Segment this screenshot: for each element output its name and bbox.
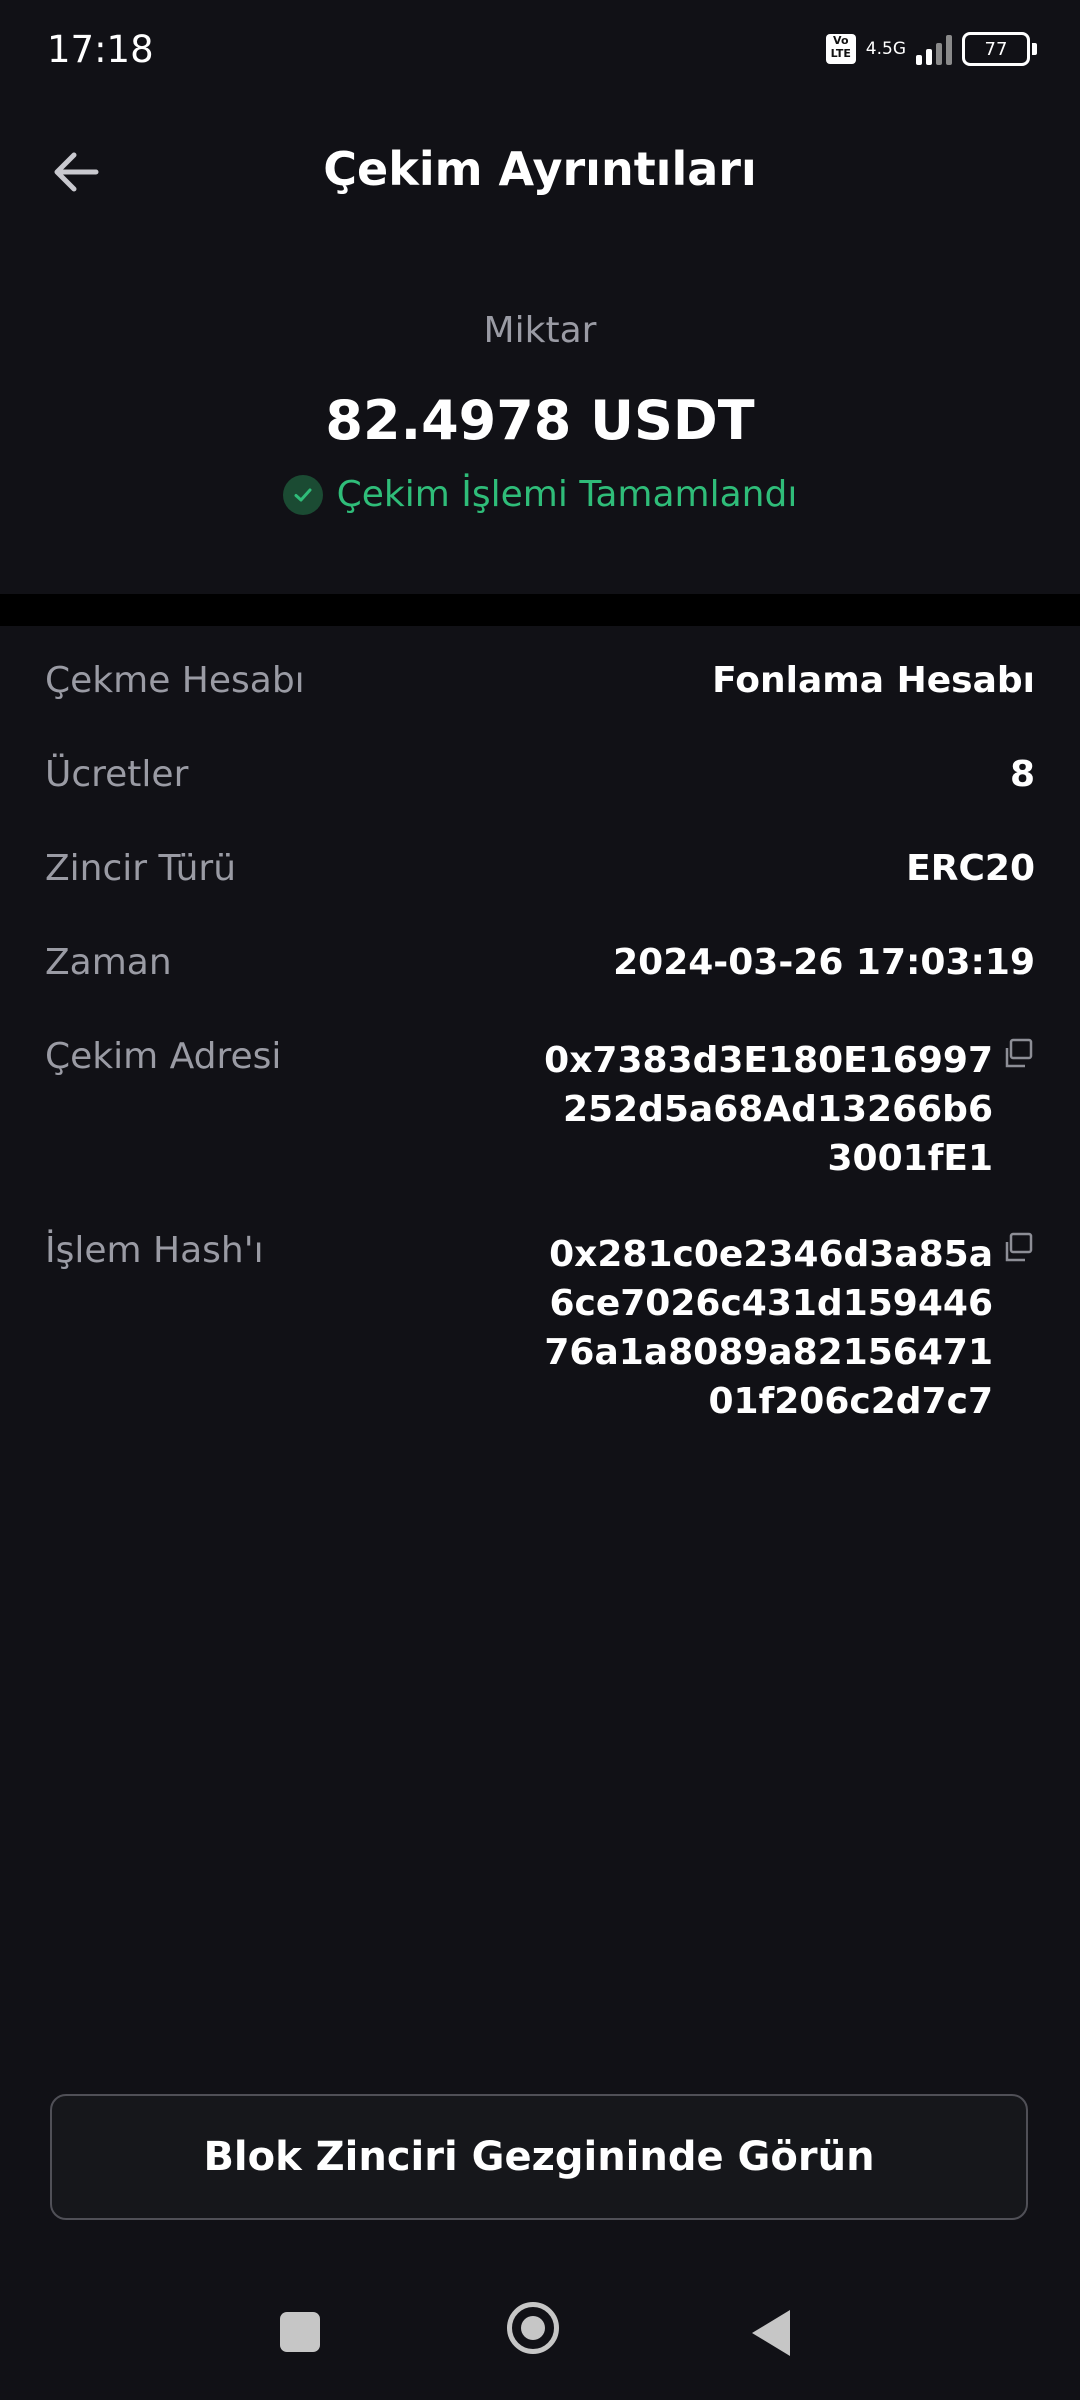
address-label: Çekim Adresi (45, 1036, 282, 1077)
detail-row-chain: Zincir Türü ERC20 (45, 848, 1035, 942)
top-bar: Çekim Ayrıntıları (0, 120, 1080, 220)
status-time: 17:18 (47, 28, 154, 71)
address-line: 0x7383d3E180E16997 (544, 1040, 993, 1081)
address-line: 3001fE1 (827, 1138, 994, 1179)
hash-value: 0x281c0e2346d3a85a 6ce7026c431d159446 76… (544, 1230, 1035, 1426)
time-label: Zaman (45, 942, 172, 983)
address-line: 252d5a68Ad13266b6 (562, 1089, 993, 1130)
recent-apps-button[interactable] (280, 2312, 320, 2352)
address-text: 0x7383d3E180E16997 252d5a68Ad13266b6 300… (544, 1036, 993, 1183)
hash-line: 01f206c2d7c7 (708, 1381, 993, 1422)
chain-label: Zincir Türü (45, 848, 237, 889)
fees-value: 8 (1009, 754, 1035, 795)
status-badge: Çekim İşlemi Tamamlandı (0, 474, 1080, 515)
amount-summary: Miktar 82.4978 USDT Çekim İşlemi Tamamla… (0, 310, 1080, 515)
hash-line: 0x281c0e2346d3a85a (549, 1234, 993, 1275)
fees-label: Ücretler (45, 754, 189, 795)
section-divider (0, 594, 1080, 626)
chain-value: ERC20 (906, 848, 1035, 889)
copy-address-icon[interactable] (1001, 1038, 1035, 1072)
account-label: Çekme Hesabı (45, 660, 305, 701)
network-type: 4.5G (865, 38, 906, 59)
detail-row-account: Çekme Hesabı Fonlama Hesabı (45, 660, 1035, 754)
address-value: 0x7383d3E180E16997 252d5a68Ad13266b6 300… (544, 1036, 1035, 1230)
account-value: Fonlama Hesabı (712, 660, 1035, 701)
system-back-button[interactable] (752, 2310, 790, 2356)
time-value: 2024-03-26 17:03:19 (613, 942, 1035, 983)
detail-row-address: Çekim Adresi 0x7383d3E180E16997 252d5a68… (45, 1036, 1035, 1230)
system-nav-bar (0, 2290, 1080, 2370)
amount-value: 82.4978 USDT (325, 389, 755, 452)
details-list: Çekme Hesabı Fonlama Hesabı Ücretler 8 Z… (45, 660, 1035, 1426)
hash-label: İşlem Hash'ı (45, 1230, 264, 1271)
check-circle-icon (282, 474, 323, 515)
detail-row-fees: Ücretler 8 (45, 754, 1035, 848)
status-bar: 17:18 Vo LTE 4.5G 77 (0, 0, 1080, 100)
hash-text: 0x281c0e2346d3a85a 6ce7026c431d159446 76… (544, 1230, 993, 1426)
status-text: Çekim İşlemi Tamamlandı (336, 474, 798, 515)
amount-label: Miktar (483, 310, 597, 351)
status-icons: Vo LTE 4.5G 77 (825, 32, 1037, 66)
copy-hash-icon[interactable] (1001, 1232, 1035, 1266)
view-on-explorer-button[interactable]: Blok Zinciri Gezgininde Görün (50, 2094, 1028, 2220)
detail-row-hash: İşlem Hash'ı 0x281c0e2346d3a85a 6ce7026c… (45, 1230, 1035, 1426)
detail-row-time: Zaman 2024-03-26 17:03:19 (45, 942, 1035, 1036)
hash-line: 76a1a8089a82156471 (544, 1332, 993, 1373)
volte-icon: Vo LTE (825, 34, 856, 64)
signal-icon (916, 33, 952, 65)
page-title: Çekim Ayrıntıları (323, 142, 757, 196)
home-button[interactable] (507, 2302, 559, 2354)
hash-line: 6ce7026c431d159446 (549, 1283, 993, 1324)
battery-icon: 77 (962, 32, 1037, 66)
battery-level: 77 (984, 38, 1008, 60)
